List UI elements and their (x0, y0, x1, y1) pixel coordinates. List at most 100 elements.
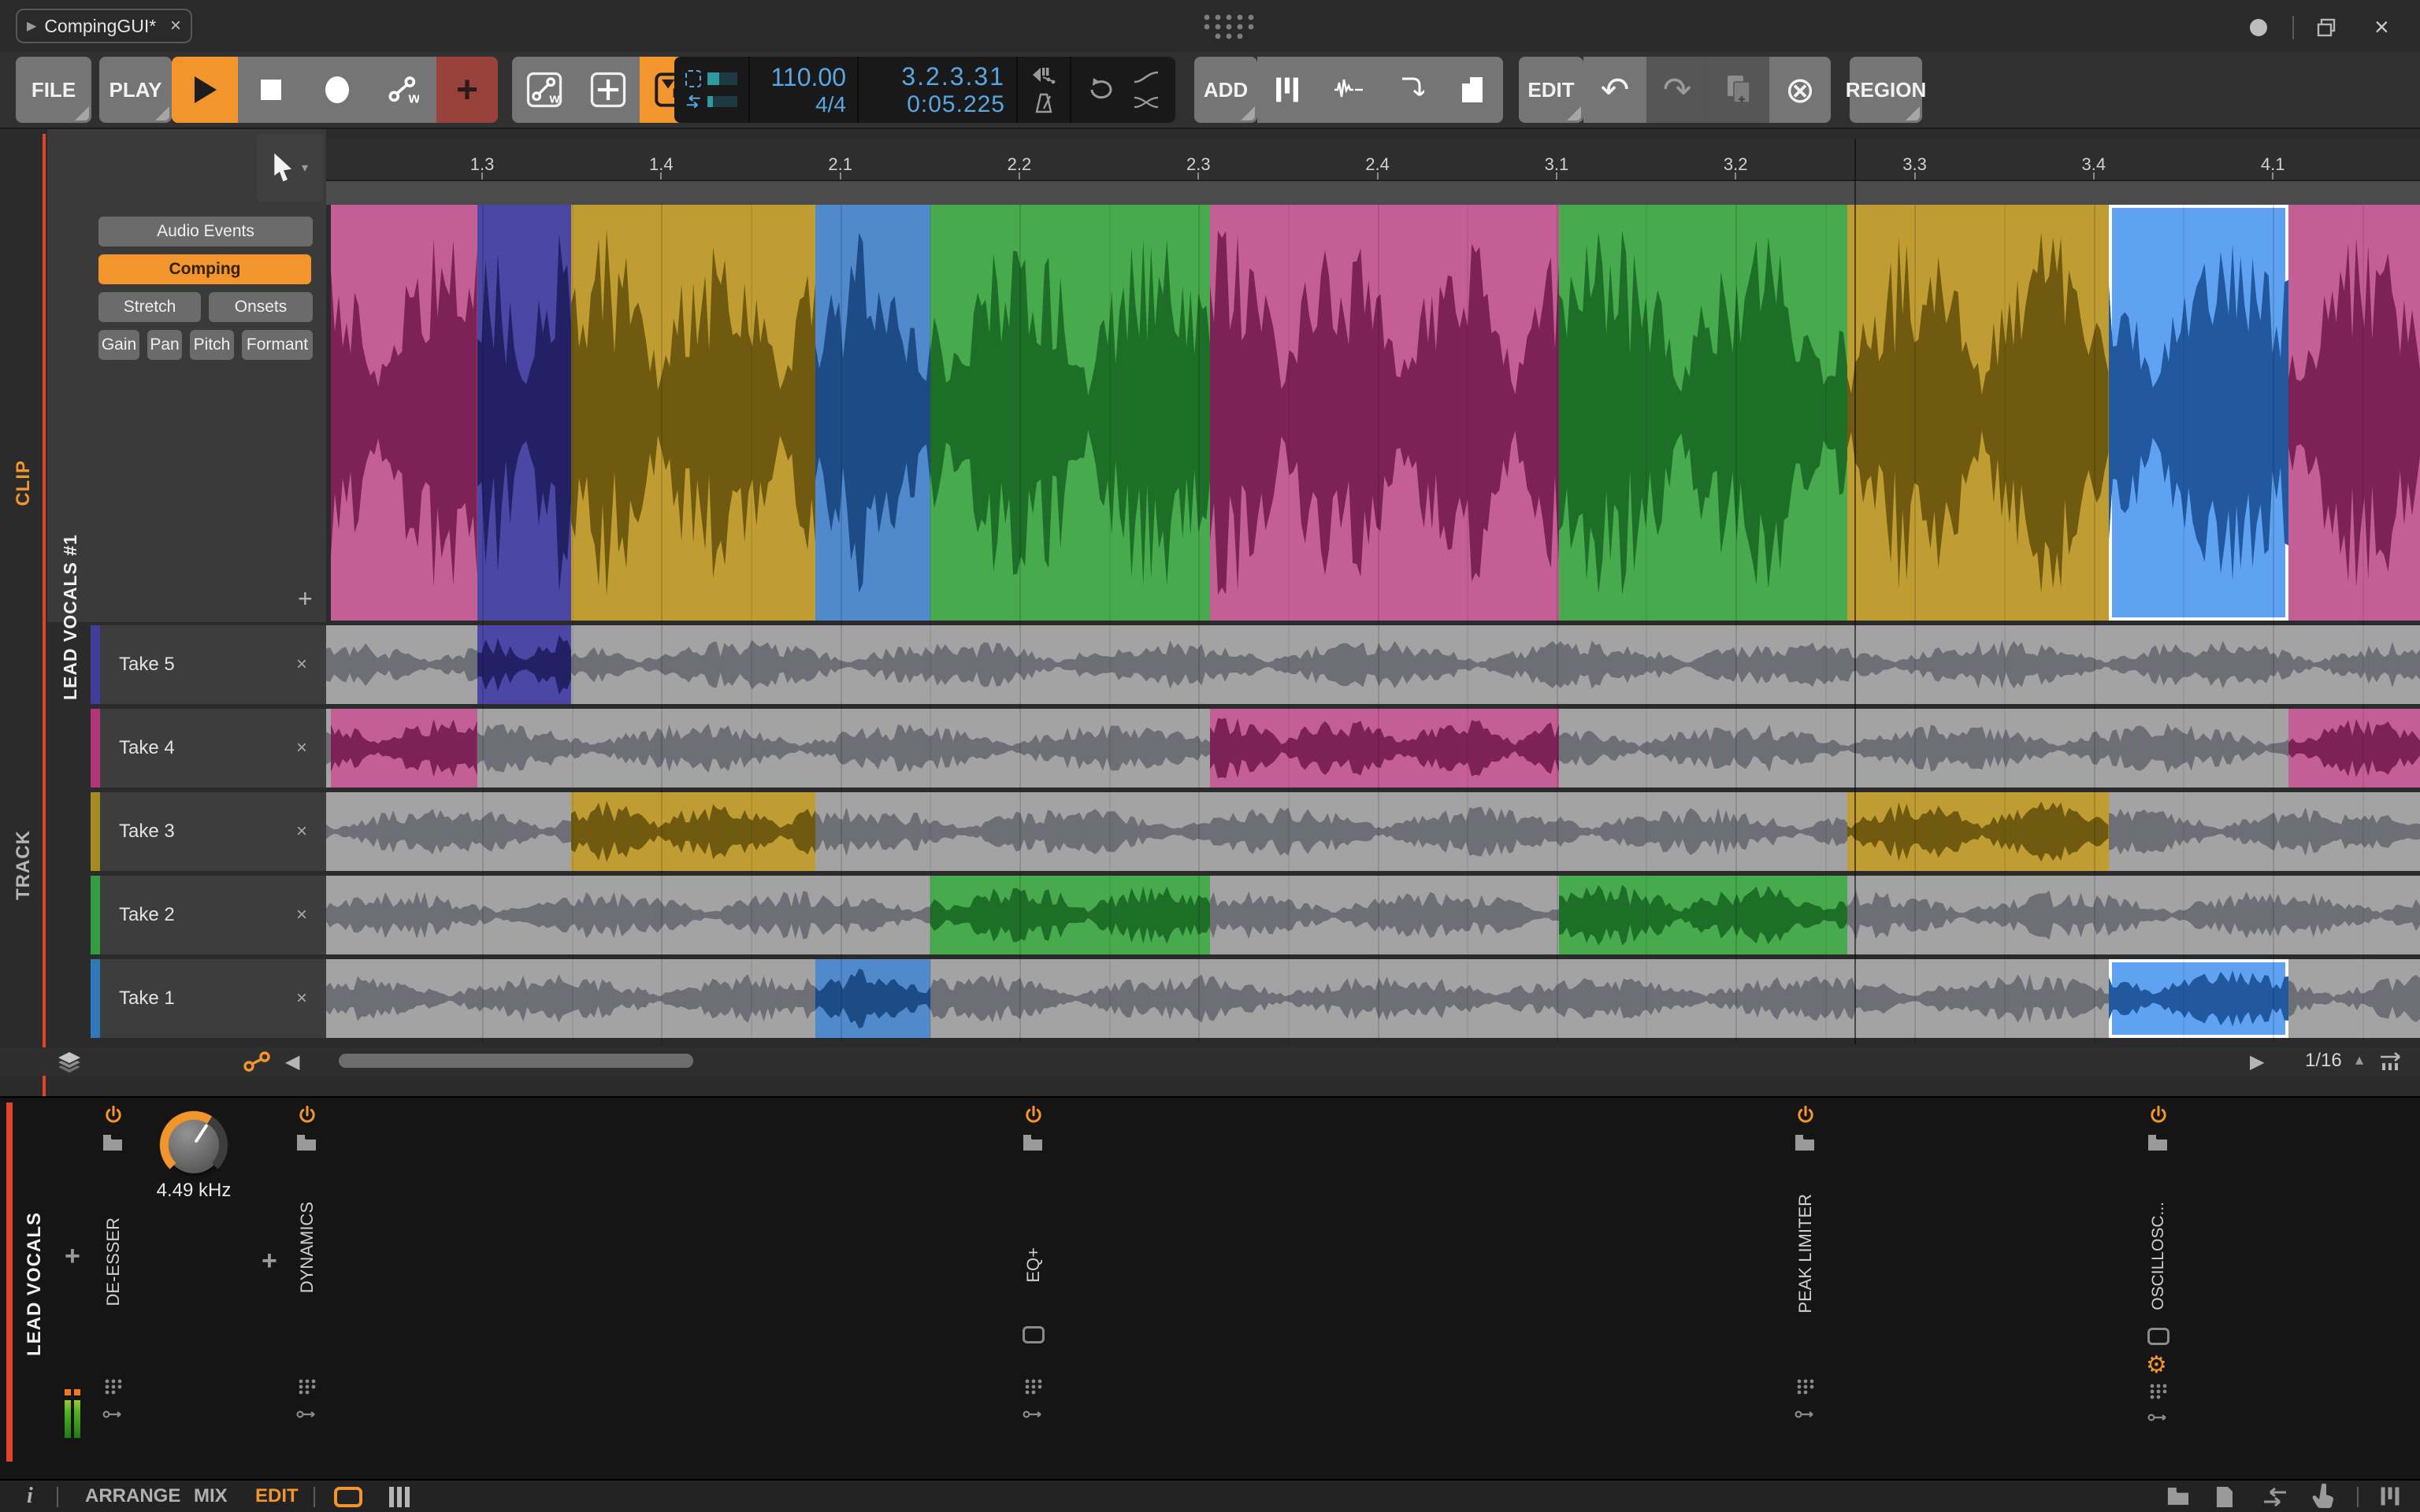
take-delete-icon[interactable]: × (296, 988, 307, 1010)
deesser-remote-dots-icon[interactable] (104, 1378, 123, 1395)
comp-section-take-3[interactable] (1847, 792, 2109, 871)
edit-menu-button[interactable]: EDIT (1519, 57, 1583, 123)
stretch-button[interactable]: Stretch (98, 292, 201, 322)
take-lane-2[interactable] (326, 876, 2420, 954)
comp-section-take-3[interactable] (1847, 205, 2109, 621)
punch-marker-icon[interactable] (1031, 66, 1056, 85)
comp-section-take-2[interactable] (930, 205, 1211, 621)
pitch-button[interactable]: Pitch (190, 330, 234, 360)
grid-setting[interactable]: 1/16 (2305, 1050, 2342, 1072)
comp-section-take-4[interactable] (2288, 709, 2420, 788)
take-delete-icon[interactable]: × (296, 737, 307, 759)
tab-clip[interactable]: CLIP (13, 460, 35, 506)
timeline-ruler[interactable]: 1.3 1.4 2.1 2.2 2.3 2.4 3.1 3.2 3.3 3.4 4.1 (326, 139, 2420, 181)
song-time[interactable]: 0:05.225 (907, 91, 1005, 118)
grid-mode-icon[interactable] (2377, 1051, 2404, 1071)
pan-button[interactable]: Pan (147, 330, 182, 360)
dynamics-preset-folder-icon[interactable] (296, 1134, 317, 1151)
comp-section-take-4[interactable] (1210, 709, 1560, 788)
add-device-1[interactable]: + (262, 1246, 277, 1277)
grid-caret-icon[interactable]: ▴ (2355, 1050, 2363, 1069)
stop-button[interactable] (238, 57, 304, 123)
delete-button[interactable]: ⊗ (1769, 57, 1831, 123)
inspector-panel-icon[interactable] (2215, 1485, 2234, 1509)
info-icon[interactable]: i (27, 1480, 33, 1512)
onsets-button[interactable]: Onsets (209, 292, 313, 322)
automation-write-button[interactable]: w (370, 57, 436, 123)
comp-section-take-4[interactable] (331, 205, 477, 621)
comp-section-take-1[interactable] (815, 205, 931, 621)
time-signature[interactable]: 4/4 (815, 92, 846, 117)
add-menu-button[interactable]: ADD (1194, 57, 1257, 123)
window-close-button[interactable]: × (2374, 13, 2389, 42)
position-cell[interactable]: 3.2.3.31 0:05.225 (859, 57, 1018, 123)
take-lane-5[interactable] (326, 625, 2420, 704)
view-edit[interactable]: EDIT (255, 1480, 299, 1512)
osc-display-toggle-icon[interactable] (2147, 1328, 2169, 1345)
add-take-button[interactable]: + (298, 584, 313, 613)
redo-button[interactable]: ↷ (1646, 57, 1708, 123)
deesser-power-icon[interactable] (102, 1104, 124, 1126)
take-lane-1[interactable] (326, 959, 2420, 1038)
take-lane-3[interactable] (326, 792, 2420, 871)
deesser-preset-folder-icon[interactable] (102, 1134, 123, 1151)
comp-section-take-2[interactable] (1559, 876, 1848, 954)
dynamics-routing-icon[interactable] (296, 1408, 318, 1421)
loop-icon[interactable] (1084, 77, 1119, 102)
touch-panel-icon[interactable] (2311, 1484, 2335, 1509)
layers-icon[interactable] (57, 1051, 82, 1073)
multi-panel-layout-icon[interactable] (388, 1487, 411, 1507)
formant-button[interactable]: Formant (242, 330, 313, 360)
region-menu-button[interactable]: REGION (1846, 57, 1926, 123)
add-effect-track-button[interactable] (1380, 57, 1442, 123)
eq-preset-folder-icon[interactable] (1023, 1134, 1043, 1151)
comping-button[interactable]: Comping (98, 254, 311, 284)
limiter-name[interactable]: PEAK LIMITER (1795, 1194, 1816, 1314)
comp-section-take-3[interactable] (570, 792, 816, 871)
comp-section-take-4[interactable] (331, 709, 477, 788)
play-menu-button[interactable]: PLAY (99, 57, 172, 123)
dynamics-remote-dots-icon[interactable] (298, 1378, 317, 1395)
song-position[interactable]: 3.2.3.31 (901, 62, 1005, 91)
play-button[interactable] (172, 57, 238, 123)
limiter-power-icon[interactable] (1795, 1104, 1817, 1126)
comp-section-take-1[interactable] (815, 959, 931, 1038)
io-panel-icon[interactable] (2262, 1487, 2288, 1507)
dynamics-name[interactable]: DYNAMICS (297, 1202, 317, 1293)
take-delete-icon[interactable]: × (296, 654, 307, 676)
eq-name[interactable]: EQ+ (1023, 1247, 1044, 1283)
comp-section-take-1[interactable] (2108, 959, 2288, 1038)
limiter-routing-icon[interactable] (1795, 1408, 1817, 1421)
eq-routing-icon[interactable] (1023, 1408, 1045, 1421)
take-delete-icon[interactable]: × (296, 821, 307, 843)
add-clip-button[interactable] (1442, 57, 1503, 123)
limiter-preset-folder-icon[interactable] (1795, 1134, 1815, 1151)
deesser-name[interactable]: DE-ESSER (103, 1217, 124, 1306)
comp-section-take-4[interactable] (2288, 205, 2420, 621)
take-header-take-4[interactable]: Take 4 × (91, 709, 326, 788)
comp-section-take-2[interactable] (930, 876, 1211, 954)
eq-remote-dots-icon[interactable] (1024, 1378, 1043, 1395)
add-instrument-track-button[interactable] (1257, 57, 1317, 123)
comp-clip-area[interactable] (331, 205, 2420, 621)
chain-add-device-button[interactable]: + (65, 1241, 80, 1272)
audio-engine-icon[interactable] (685, 70, 701, 87)
take-header-take-3[interactable]: Take 3 × (91, 792, 326, 871)
deesser-routing-icon[interactable] (102, 1408, 124, 1421)
scroll-right-icon[interactable]: ▶ (2250, 1051, 2264, 1073)
project-tab-close-icon[interactable]: × (170, 15, 181, 37)
duplicate-button[interactable] (1708, 57, 1769, 123)
comp-section-take-1[interactable] (2108, 205, 2288, 621)
take-delete-icon[interactable]: × (296, 904, 307, 926)
osc-settings-gear-icon[interactable]: ⚙ (2146, 1351, 2167, 1379)
crossfade-icon[interactable] (1133, 95, 1160, 109)
record-button[interactable] (304, 57, 370, 123)
browser-panel-icon[interactable] (2166, 1487, 2190, 1506)
comp-section-take-3[interactable] (570, 205, 816, 621)
tempo-cell[interactable]: 110.00 4/4 (750, 57, 859, 123)
undo-button[interactable]: ↶ (1583, 57, 1646, 123)
view-arrange[interactable]: ARRANGE (85, 1480, 180, 1512)
deesser-frequency-value[interactable]: 4.49 kHz (135, 1180, 252, 1202)
osc-power-icon[interactable] (2147, 1104, 2169, 1126)
arranger-automation-write-button[interactable]: w (512, 57, 577, 123)
